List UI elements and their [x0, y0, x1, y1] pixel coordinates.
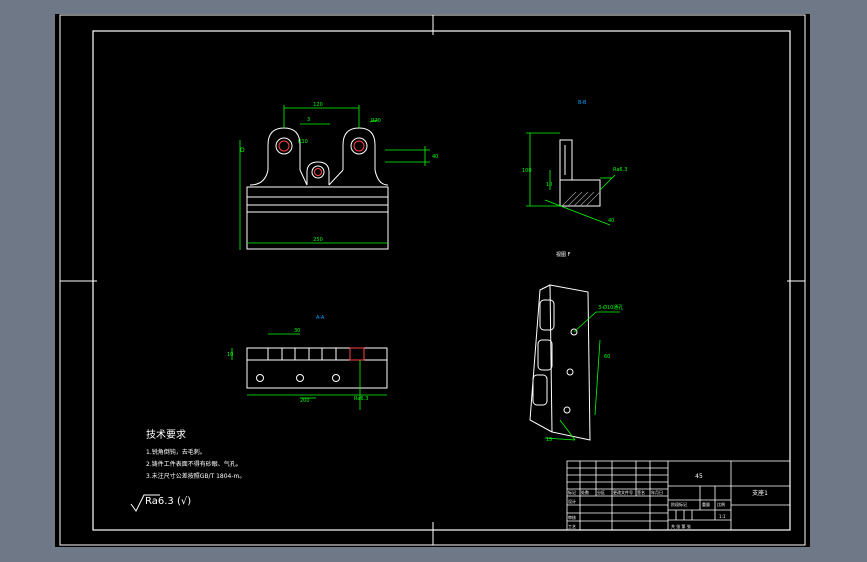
title-cell-mark: 标记 — [568, 489, 576, 495]
title-weight: 重量 — [702, 501, 710, 507]
section-dim-height: 100 — [522, 168, 532, 174]
bottom-dim-side: 10 — [227, 352, 233, 358]
iso-dim-side: 60 — [604, 354, 610, 360]
title-cell-zone: 分区 — [597, 489, 605, 495]
front-dim-top: 120 — [313, 102, 323, 108]
title-sheet: 共 张 第 张 — [671, 523, 691, 529]
view-f-label: 视图 F — [556, 251, 571, 258]
notes-line-3: 3.未注尺寸公差按照GB/T 1804-m。 — [146, 472, 245, 480]
title-stage: 阶段标记 — [671, 501, 687, 507]
front-dim-hole-small: R10 — [298, 139, 308, 145]
title-scale-value: 1:1 — [719, 514, 726, 519]
section-dim-roughness: Ra6.3 — [613, 167, 627, 173]
title-cell-sign: 签名 — [637, 489, 645, 495]
section-dim-thick: 10 — [546, 182, 552, 188]
title-cell-docno: 更改文件号 — [613, 489, 633, 495]
bottom-view-label: A-A — [316, 315, 325, 321]
front-dim-side: 40 — [432, 154, 438, 160]
bottom-dim-right: Ra6.3 — [354, 396, 368, 402]
iso-dim-leader: 3-Ø10通孔 — [598, 304, 623, 311]
bottom-dim-top: 30 — [294, 328, 300, 334]
front-dim-label-a: 3 — [307, 117, 310, 123]
title-material: 45 — [695, 473, 703, 480]
roughness-note: Ra6.3 (√) — [145, 496, 191, 507]
title-part-name: 支座1 — [752, 489, 768, 497]
drawing-canvas: 120 250 R10 R20 D 40 3 B-B 100 10 Ra6.3 … — [55, 14, 810, 547]
title-row-design: 设计 — [568, 498, 576, 504]
front-dim-hole-large: R20 — [371, 118, 381, 124]
iso-dim-bottom: 15 — [546, 437, 552, 443]
title-cell-count: 处数 — [581, 489, 589, 495]
notes-heading: 技术要求 — [146, 428, 186, 441]
notes-line-1: 1.锐角倒钝，去毛刺。 — [146, 448, 206, 456]
section-dim-width: 40 — [608, 218, 614, 224]
title-row-review: 审核 — [568, 514, 576, 520]
front-dim-bottom: 250 — [313, 237, 323, 243]
bottom-dim-bottom: 200 — [300, 398, 310, 404]
title-scale: 比例 — [717, 501, 725, 507]
title-row-process: 工艺 — [568, 524, 576, 529]
title-cell-date: 年月日 — [651, 489, 663, 495]
notes-line-2: 2.铸件工件表面不得有砂眼、气孔。 — [146, 460, 242, 468]
section-label: B-B — [578, 100, 587, 106]
front-dim-tab: D — [240, 147, 245, 154]
